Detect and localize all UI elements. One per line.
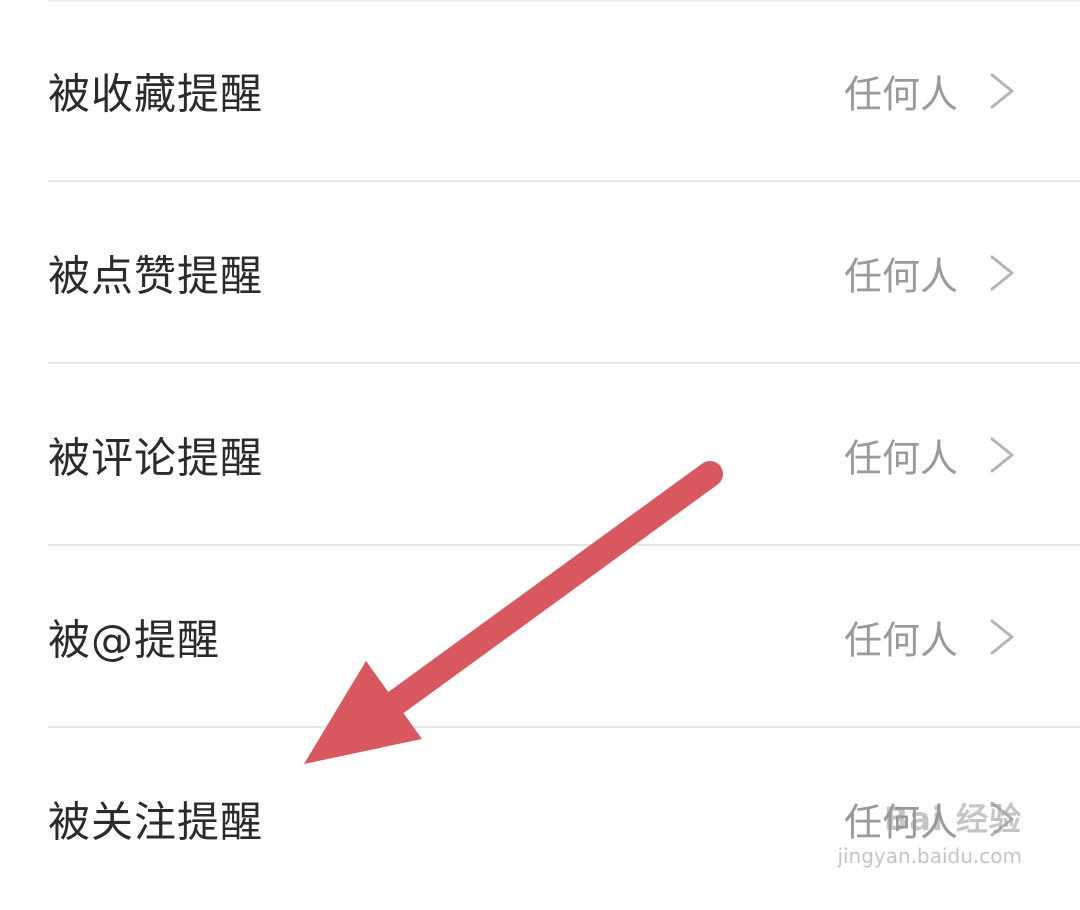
- row-label: 被评论提醒: [48, 433, 264, 483]
- row-label: 被点赞提醒: [48, 251, 264, 301]
- settings-row-follow[interactable]: 被关注提醒 任何人: [0, 728, 1080, 910]
- row-value: 任何人: [843, 72, 958, 117]
- settings-row-favorite[interactable]: 被收藏提醒 任何人: [0, 0, 1080, 182]
- row-value: 任何人: [843, 254, 958, 299]
- chevron-right-icon: [990, 73, 1014, 109]
- row-value: 任何人: [843, 436, 958, 481]
- settings-row-like[interactable]: 被点赞提醒 任何人: [0, 182, 1080, 364]
- chevron-right-icon: [990, 801, 1014, 837]
- chevron-right-icon: [990, 255, 1014, 291]
- row-value: 任何人: [843, 618, 958, 663]
- row-label: 被收藏提醒: [48, 69, 264, 119]
- row-label: 被关注提醒: [48, 797, 264, 847]
- notification-settings-list: 被收藏提醒 任何人 被点赞提醒 任何人 被评论提醒 任何人 被@提醒 任何人 被…: [0, 0, 1080, 910]
- settings-row-comment[interactable]: 被评论提醒 任何人: [0, 364, 1080, 546]
- chevron-right-icon: [990, 619, 1014, 655]
- chevron-right-icon: [990, 437, 1014, 473]
- settings-row-mention[interactable]: 被@提醒 任何人: [0, 546, 1080, 728]
- row-value: 任何人: [843, 800, 958, 845]
- row-label: 被@提醒: [48, 615, 221, 665]
